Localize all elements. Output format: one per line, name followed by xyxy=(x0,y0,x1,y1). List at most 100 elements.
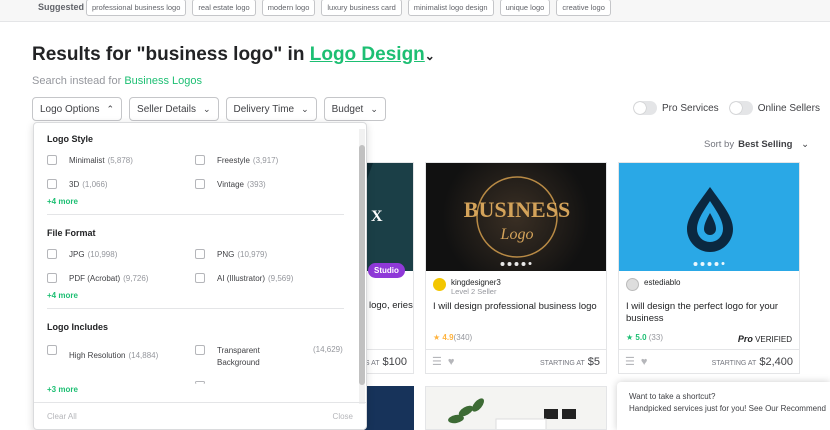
seller-info[interactable]: estediablo xyxy=(626,278,680,291)
filter-option[interactable]: High Resolution (14,884) xyxy=(47,345,158,360)
gig-card-partial[interactable] xyxy=(364,386,414,430)
chevron-down-icon: ⌄ xyxy=(301,103,309,114)
show-more-link[interactable]: +4 more xyxy=(47,291,78,300)
menu-icon[interactable]: ☰ xyxy=(432,355,442,368)
suggested-chip[interactable]: professional business logo xyxy=(86,0,187,16)
checkbox[interactable] xyxy=(195,249,205,259)
checkbox[interactable] xyxy=(47,273,57,283)
budget-filter[interactable]: Budget ⌄ xyxy=(323,97,386,121)
section-title: File Format xyxy=(47,228,96,238)
category-link[interactable]: Logo Design xyxy=(310,44,425,65)
option-count: (10,998) xyxy=(87,249,118,259)
filter-label: Seller Details xyxy=(137,103,196,115)
filter-option[interactable]: Freestyle (3,917) xyxy=(195,155,278,165)
option-count: (10,979) xyxy=(237,249,268,259)
sort-control[interactable]: Sort by Best Selling ⌄ xyxy=(704,139,809,150)
avatar[interactable] xyxy=(433,278,446,291)
pro-services-toggle[interactable]: Pro Services xyxy=(633,101,719,115)
chevron-down-icon: ⌄ xyxy=(801,139,810,150)
show-more-link[interactable]: +3 more xyxy=(47,385,78,394)
checkbox[interactable] xyxy=(47,155,57,165)
seller-info[interactable]: kingdesigner3 Level 2 Seller xyxy=(433,278,501,296)
show-more-link[interactable]: +4 more xyxy=(47,197,78,206)
heart-icon[interactable]: ♥ xyxy=(448,356,455,368)
star-icon: ★ xyxy=(433,333,441,342)
delivery-time-filter[interactable]: Delivery Time ⌄ xyxy=(225,97,317,121)
price-value: $100 xyxy=(382,355,407,368)
online-sellers-toggle[interactable]: Online Sellers xyxy=(728,101,820,115)
option-label: Freestyle xyxy=(217,155,250,165)
gig-card[interactable]: estediablo I will design the perfect log… xyxy=(618,162,800,374)
review-count: (340) xyxy=(453,333,473,342)
gig-card[interactable]: BUSINESS Logo kingdesigner3 Level 2 Sell… xyxy=(425,162,607,374)
scrollbar-thumb[interactable] xyxy=(359,145,365,385)
suggested-label: Suggested xyxy=(38,2,85,12)
close-button[interactable]: Close xyxy=(333,412,353,421)
checkbox[interactable] xyxy=(47,249,57,259)
checkbox[interactable] xyxy=(47,179,57,189)
option-count: (393) xyxy=(247,179,266,189)
chevron-up-icon: ⌃ xyxy=(106,103,115,114)
checkbox[interactable] xyxy=(195,155,205,165)
checkbox[interactable] xyxy=(195,179,205,189)
suggested-chip[interactable]: creative logo xyxy=(556,0,611,16)
filter-option[interactable]: Transparent Background (14,629) xyxy=(195,345,343,369)
shortcut-popup[interactable]: Want to take a shortcut? Handpicked serv… xyxy=(617,382,830,430)
logo-options-filter[interactable]: Logo Options ⌃ xyxy=(32,97,123,121)
checkbox[interactable] xyxy=(195,273,205,283)
gig-title[interactable]: I will design professional business logo xyxy=(433,301,601,313)
filter-option[interactable]: JPG (10,998) xyxy=(47,249,117,259)
scrollbar[interactable] xyxy=(359,129,365,404)
toggle-switch[interactable] xyxy=(728,101,753,115)
option-count: (9,726) xyxy=(123,273,149,283)
rating: ★ 5.0 (33) xyxy=(626,333,663,342)
option-label: Vintage xyxy=(217,179,244,189)
suggested-chip[interactable]: minimalist logo design xyxy=(407,0,494,16)
shortcut-text: Handpicked services just for you! See Ou… xyxy=(629,404,826,413)
search-instead-link[interactable]: Business Logos xyxy=(124,75,202,87)
seller-name[interactable]: kingdesigner3 xyxy=(451,278,501,287)
filter-option[interactable]: PNG (10,979) xyxy=(195,249,267,259)
card-footer: ☰ ♥ STARTING AT $5 xyxy=(426,349,606,373)
page-title: Results for "business logo" in Logo Desi… xyxy=(32,44,435,66)
suggested-chip[interactable]: unique logo xyxy=(499,0,551,16)
checkbox[interactable] xyxy=(47,345,57,355)
option-count: (1,066) xyxy=(82,179,108,189)
filter-option[interactable]: AI (Illustrator) (9,569) xyxy=(195,273,293,283)
heart-icon[interactable]: ♥ xyxy=(641,356,648,368)
filter-option[interactable]: PDF (Acrobat) (9,726) xyxy=(47,273,148,283)
sort-value: Best Selling xyxy=(738,139,793,150)
toggle-label: Pro Services xyxy=(662,102,719,114)
suggested-chip[interactable]: luxury business card xyxy=(321,0,402,16)
carousel-dots[interactable] xyxy=(500,262,532,266)
gig-thumbnail xyxy=(687,187,733,252)
title-prefix: Results for "business logo" in xyxy=(32,44,305,65)
avatar[interactable] xyxy=(626,278,639,291)
option-label: PDF (Acrobat) xyxy=(69,273,121,283)
gig-image[interactable] xyxy=(619,163,799,271)
filter-option[interactable]: Minimalist (5,878) xyxy=(47,155,133,165)
checkbox[interactable] xyxy=(195,381,205,384)
filter-option[interactable]: 3D (1,066) xyxy=(47,179,108,189)
seller-details-filter[interactable]: Seller Details ⌄ xyxy=(129,97,219,121)
chevron-down-icon[interactable]: ⌄ xyxy=(425,49,435,63)
toggle-label: Online Sellers xyxy=(757,102,820,114)
suggested-chip[interactable]: modern logo xyxy=(261,0,316,16)
filter-option[interactable]: Vintage (393) xyxy=(195,179,266,189)
checkbox[interactable] xyxy=(195,345,205,355)
toggle-switch[interactable] xyxy=(633,101,657,115)
gig-image[interactable]: BUSINESS Logo xyxy=(426,163,606,271)
option-count: (5,878) xyxy=(107,155,133,165)
gig-card-partial[interactable] xyxy=(425,386,607,430)
option-count: (14,629) xyxy=(313,345,343,354)
price: STARTING AT $5 xyxy=(540,356,600,368)
carousel-dots[interactable] xyxy=(693,262,725,266)
suggested-chip[interactable]: real estate logo xyxy=(192,0,256,16)
seller-name[interactable]: estediablo xyxy=(644,278,680,291)
search-instead-text: Search instead for xyxy=(32,75,122,87)
studio-badge: Studio xyxy=(368,263,405,278)
verified-label: VERIFIED xyxy=(755,335,792,344)
menu-icon[interactable]: ☰ xyxy=(625,355,635,368)
gig-title[interactable]: I will design the perfect logo for your … xyxy=(626,301,794,325)
clear-all-button[interactable]: Clear All xyxy=(47,412,77,421)
